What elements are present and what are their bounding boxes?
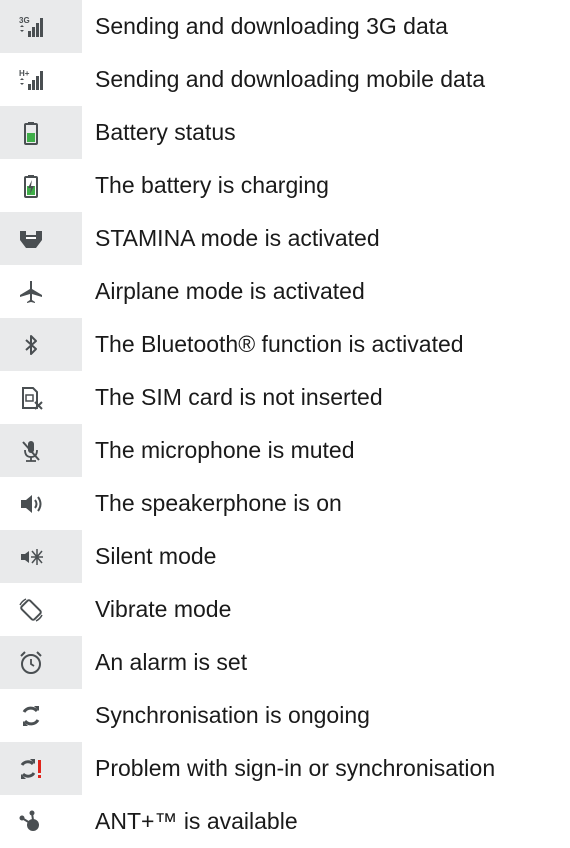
item-label: The speakerphone is on: [95, 490, 342, 516]
list-item: ANT+™ is available: [0, 795, 570, 848]
ant-plus-icon: [18, 809, 44, 835]
item-label: Sending and downloading mobile data: [95, 66, 486, 92]
item-label: The battery is charging: [95, 172, 329, 198]
airplane-icon: [18, 279, 44, 305]
stamina-icon: [18, 226, 44, 252]
signal-hplus-icon: H+: [18, 67, 44, 93]
list-item: The Bluetooth® function is activated: [0, 318, 570, 371]
item-label: STAMINA mode is activated: [95, 225, 380, 251]
signal-3g-icon: 3G: [18, 14, 44, 40]
speakerphone-icon: [18, 491, 44, 517]
sync-icon: [18, 703, 44, 729]
battery-charging-icon: [18, 173, 44, 199]
list-item: An alarm is set: [0, 636, 570, 689]
list-item: Silent mode: [0, 530, 570, 583]
list-item: Battery status: [0, 106, 570, 159]
status-icon-list: 3G Sending and downloading 3G data H+ Se…: [0, 0, 570, 848]
vibrate-icon: [18, 597, 44, 623]
list-item: STAMINA mode is activated: [0, 212, 570, 265]
list-item: Synchronisation is ongoing: [0, 689, 570, 742]
item-label: Problem with sign-in or synchronisation: [95, 755, 496, 781]
svg-text:3G: 3G: [19, 16, 30, 25]
item-label: The Bluetooth® function is activated: [95, 331, 464, 357]
item-label: An alarm is set: [95, 649, 248, 675]
list-item: 3G Sending and downloading 3G data: [0, 0, 570, 53]
list-item: Problem with sign-in or synchronisation: [0, 742, 570, 795]
silent-mode-icon: [18, 544, 44, 570]
item-label: Battery status: [95, 119, 236, 145]
item-label: Sending and downloading 3G data: [95, 13, 448, 39]
bluetooth-icon: [18, 332, 44, 358]
list-item: The speakerphone is on: [0, 477, 570, 530]
mic-muted-icon: [18, 438, 44, 464]
item-label: Synchronisation is ongoing: [95, 702, 370, 728]
list-item: H+ Sending and downloading mobile data: [0, 53, 570, 106]
item-label: Airplane mode is activated: [95, 278, 365, 304]
alarm-icon: [18, 650, 44, 676]
battery-icon: [18, 120, 44, 146]
svg-text:H+: H+: [19, 69, 30, 78]
list-item: Airplane mode is activated: [0, 265, 570, 318]
item-label: The SIM card is not inserted: [95, 384, 383, 410]
list-item: The battery is charging: [0, 159, 570, 212]
sim-missing-icon: [18, 385, 44, 411]
item-label: ANT+™ is available: [95, 808, 298, 834]
list-item: The SIM card is not inserted: [0, 371, 570, 424]
item-label: Silent mode: [95, 543, 217, 569]
sync-problem-icon: [18, 756, 44, 782]
item-label: Vibrate mode: [95, 596, 232, 622]
item-label: The microphone is muted: [95, 437, 355, 463]
list-item: The microphone is muted: [0, 424, 570, 477]
list-item: Vibrate mode: [0, 583, 570, 636]
